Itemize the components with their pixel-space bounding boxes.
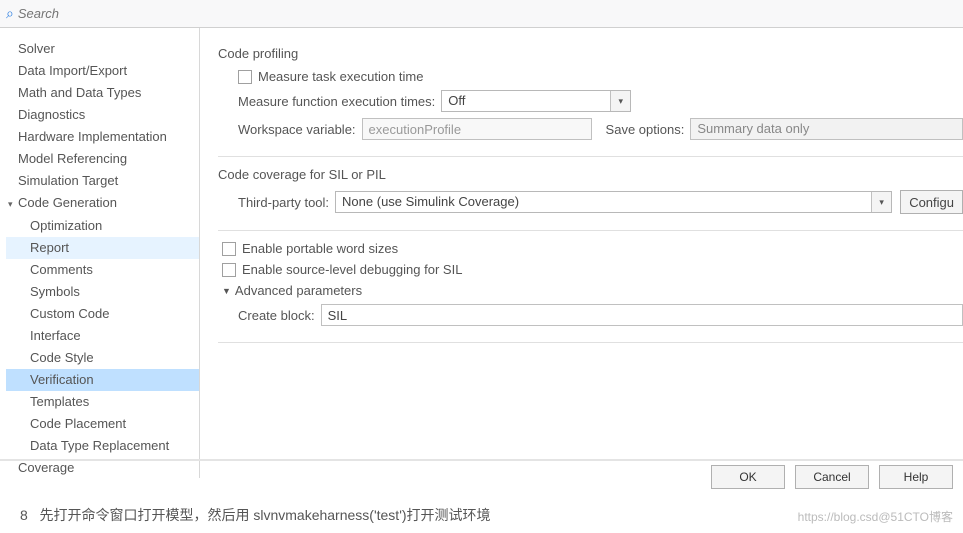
sidebar-item-comments[interactable]: Comments: [6, 259, 199, 281]
advanced-title: Advanced parameters: [235, 283, 362, 298]
sidebar-item-code-style[interactable]: Code Style: [6, 347, 199, 369]
measure-task-label: Measure task execution time: [258, 69, 423, 84]
search-bar: ⌕: [0, 0, 963, 28]
sidebar-item-verification[interactable]: Verification: [6, 369, 199, 391]
sidebar-item-sim-target[interactable]: Simulation Target: [6, 170, 199, 192]
save-options-value: Summary data only: [690, 118, 963, 140]
measure-task-checkbox[interactable]: [238, 70, 252, 84]
sidebar-item-report[interactable]: Report: [6, 237, 199, 259]
coverage-title: Code coverage for SIL or PIL: [218, 167, 963, 182]
sidebar-item-custom-code[interactable]: Custom Code: [6, 303, 199, 325]
debug-checkbox[interactable]: [222, 263, 236, 277]
save-options-label: Save options:: [606, 122, 685, 137]
debug-label: Enable source-level debugging for SIL: [242, 262, 462, 277]
portable-label: Enable portable word sizes: [242, 241, 398, 256]
section-code-coverage: Code coverage for SIL or PIL Third-party…: [218, 167, 963, 231]
footer-text: 先打开命令窗口打开模型，然后用 slvnvmakeharness('test')…: [39, 507, 490, 523]
sidebar-item-code-placement[interactable]: Code Placement: [6, 413, 199, 435]
section-code-profiling: Code profiling Measure task execution ti…: [218, 46, 963, 157]
sidebar-item-model-ref[interactable]: Model Referencing: [6, 148, 199, 170]
third-party-label: Third-party tool:: [238, 195, 329, 210]
configure-button[interactable]: Configu: [900, 190, 963, 214]
content-pane: Code profiling Measure task execution ti…: [200, 28, 963, 478]
chevron-down-icon: ▼: [222, 286, 231, 296]
sidebar-item-diagnostics[interactable]: Diagnostics: [6, 104, 199, 126]
ws-var-label: Workspace variable:: [238, 122, 356, 137]
sidebar-item-data-import[interactable]: Data Import/Export: [6, 60, 199, 82]
cancel-button[interactable]: Cancel: [795, 465, 869, 489]
third-party-value: None (use Simulink Coverage): [336, 192, 871, 212]
search-input[interactable]: [18, 6, 318, 21]
portable-checkbox[interactable]: [222, 242, 236, 256]
sidebar-item-dtr[interactable]: Data Type Replacement: [6, 435, 199, 457]
search-icon: ⌕: [6, 5, 14, 22]
footer-note: 8 先打开命令窗口打开模型，然后用 slvnvmakeharness('test…: [20, 505, 491, 525]
chevron-down-icon: ▾: [871, 192, 891, 212]
help-button[interactable]: Help: [879, 465, 953, 489]
ok-button[interactable]: OK: [711, 465, 785, 489]
sidebar-item-hardware[interactable]: Hardware Implementation: [6, 126, 199, 148]
sidebar-item-templates[interactable]: Templates: [6, 391, 199, 413]
sidebar-item-solver[interactable]: Solver: [6, 38, 199, 60]
main-container: Solver Data Import/Export Math and Data …: [0, 28, 963, 478]
chevron-down-icon: ▾: [610, 91, 630, 111]
create-block-input[interactable]: [321, 304, 963, 326]
third-party-select[interactable]: None (use Simulink Coverage) ▾: [335, 191, 892, 213]
button-bar: OK Cancel Help: [0, 459, 963, 493]
sidebar-item-optimization[interactable]: Optimization: [6, 215, 199, 237]
create-block-label: Create block:: [238, 308, 315, 323]
profiling-title: Code profiling: [218, 46, 963, 61]
ws-var-input: [362, 118, 592, 140]
measure-fn-select[interactable]: Off ▾: [441, 90, 631, 112]
sidebar-item-code-gen[interactable]: Code Generation: [6, 192, 199, 215]
sidebar: Solver Data Import/Export Math and Data …: [0, 28, 200, 478]
measure-fn-value: Off: [442, 91, 610, 111]
advanced-header[interactable]: ▼ Advanced parameters: [218, 283, 963, 298]
sidebar-item-math[interactable]: Math and Data Types: [6, 82, 199, 104]
watermark: https://blog.csd@51CTO博客: [798, 508, 953, 525]
measure-fn-label: Measure function execution times:: [238, 94, 435, 109]
footer-index: 8: [20, 507, 28, 523]
sidebar-item-symbols[interactable]: Symbols: [6, 281, 199, 303]
sidebar-item-interface[interactable]: Interface: [6, 325, 199, 347]
